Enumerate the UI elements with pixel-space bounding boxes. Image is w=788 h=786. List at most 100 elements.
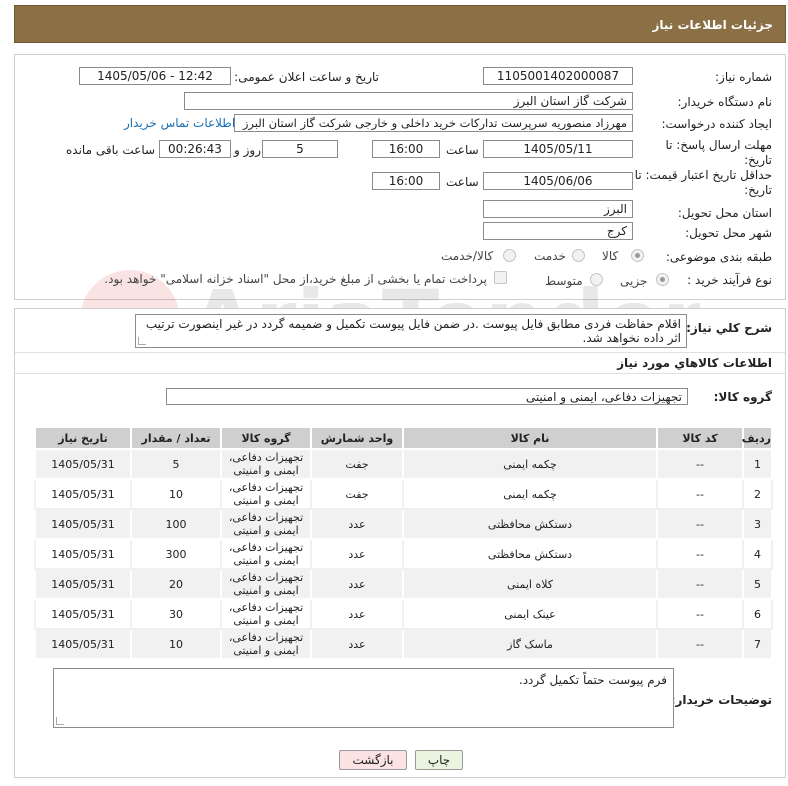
table-row: 3 -- دستکش محافظتی عدد تجهیزات دفاعی، ایمنی … (34, 508, 773, 540)
cell-unit: عدد (310, 628, 404, 660)
need-number-label: شماره نیاز: (715, 70, 772, 84)
need-number-field: 1105001402000087 (483, 67, 633, 85)
cell-row-number: 1 (742, 448, 773, 480)
divider (15, 352, 785, 353)
goods-group-field: تجهیزات دفاعی، ایمنی و امنیتی (166, 388, 688, 405)
category-both-radio[interactable] (503, 249, 516, 262)
cell-need-date: 1405/05/31 (34, 478, 132, 510)
cell-name: چکمه ایمنی (402, 448, 658, 480)
cell-row-number: 2 (742, 478, 773, 510)
cell-group: تجهیزات دفاعی، ایمنی و امنیتی (220, 628, 312, 660)
cell-need-date: 1405/05/31 (34, 598, 132, 630)
cell-need-date: 1405/05/31 (34, 568, 132, 600)
cell-row-number: 5 (742, 568, 773, 600)
cell-row-number: 6 (742, 598, 773, 630)
purchase-medium-radio[interactable] (590, 273, 603, 286)
cell-unit: جفت (310, 478, 404, 510)
back-button[interactable]: بازگشت (339, 750, 407, 770)
cell-group: تجهیزات دفاعی، ایمنی و امنیتی (220, 598, 312, 630)
cell-quantity: 30 (130, 598, 222, 630)
cell-quantity: 10 (130, 478, 222, 510)
province-label: استان محل تحویل: (677, 206, 772, 220)
remaining-label: ساعت باقی مانده (66, 143, 156, 157)
cell-code: -- (656, 628, 744, 660)
col-header-unit: واحد شمارش (310, 426, 404, 450)
treasury-payment-note: پرداخت تمام یا بخشی از مبلغ خرید،از محل … (104, 272, 487, 286)
buyer-notes-text: فرم پیوست حتماً تکمیل گردد. (518, 673, 667, 687)
cell-group: تجهیزات دفاعی، ایمنی و امنیتی (220, 508, 312, 540)
resize-handle-icon[interactable] (56, 717, 64, 725)
buyer-notes-label: توضیحات خریدار: (670, 693, 772, 707)
cell-unit: عدد (310, 508, 404, 540)
creator-label: ایجاد کننده درخواست: (661, 117, 772, 131)
col-header-code: کد کالا (656, 426, 744, 450)
cell-quantity: 20 (130, 568, 222, 600)
cell-name: دستکش محافظتی (402, 508, 658, 540)
description-text: اقلام حفاظت فردی مطابق فایل پیوست .در ضم… (145, 317, 681, 345)
cell-row-number: 7 (742, 628, 773, 660)
cell-code: -- (656, 508, 744, 540)
deadline-date-field: 1405/05/11 (483, 140, 633, 158)
cell-group: تجهیزات دفاعی، ایمنی و امنیتی (220, 478, 312, 510)
cell-need-date: 1405/05/31 (34, 508, 132, 540)
remaining-time-field: 00:26:43 (159, 140, 231, 158)
category-label: طبقه بندی موضوعی: (665, 250, 772, 264)
col-header-need-date: تاریخ نیاز (34, 426, 132, 450)
cell-code: -- (656, 568, 744, 600)
category-both-label: کالا/خدمت (441, 249, 494, 263)
days-label: روز و (234, 143, 261, 157)
goods-info-heading: اطلاعات کالاهاي مورد نياز (617, 356, 772, 370)
cell-name: چکمه ایمنی (402, 478, 658, 510)
cell-unit: عدد (310, 598, 404, 630)
col-header-quantity: تعداد / مقدار (130, 426, 222, 450)
validity-label: حداقل تاریخ اعتبار قیمت: تا تاریخ: (634, 168, 772, 197)
cell-need-date: 1405/05/31 (34, 448, 132, 480)
goods-group-label: گروه کالا: (713, 390, 772, 404)
divider (15, 373, 785, 374)
category-service-label: خدمت (534, 249, 566, 263)
cell-group: تجهیزات دفاعی، ایمنی و امنیتی (220, 568, 312, 600)
category-service-radio[interactable] (572, 249, 585, 262)
cell-row-number: 4 (742, 538, 773, 570)
col-header-row-number: رديف (742, 426, 773, 450)
cell-quantity: 5 (130, 448, 222, 480)
cell-unit: جفت (310, 448, 404, 480)
buyer-contact-link[interactable]: اطلاعات تماس خریدار (124, 116, 235, 130)
cell-code: -- (656, 538, 744, 570)
cell-need-date: 1405/05/31 (34, 538, 132, 570)
table-row: 4 -- دستکش محافظتی عدد تجهیزات دفاعی، ایمنی … (34, 538, 773, 570)
page-header: جزئیات اطلاعات نیاز (14, 5, 786, 43)
cell-code: -- (656, 448, 744, 480)
col-header-group: گروه کالا (220, 426, 312, 450)
province-field: البرز (483, 200, 633, 218)
city-field: کرج (483, 222, 633, 240)
print-button[interactable]: چاپ (415, 750, 463, 770)
announce-label: تاریخ و ساعت اعلان عمومی: (234, 70, 379, 84)
category-goods-radio[interactable] (631, 249, 644, 262)
validity-time-label: ساعت (446, 175, 479, 189)
resize-handle-icon[interactable] (138, 337, 146, 345)
cell-name: عینک ایمنی (402, 598, 658, 630)
purchase-medium-label: متوسط (545, 274, 583, 288)
purchase-type-label: نوع فرآیند خرید : (687, 273, 772, 287)
table-row: 2 -- چکمه ایمنی جفت تجهیزات دفاعی، ایمنی و ا… (34, 478, 773, 510)
table-row: 6 -- عینک ایمنی عدد تجهیزات دفاعی، ایمنی و ا… (34, 598, 773, 630)
cell-quantity: 300 (130, 538, 222, 570)
purchase-minor-radio[interactable] (656, 273, 669, 286)
deadline-label: مهلت ارسال پاسخ: تا تاریخ: (665, 138, 772, 167)
buyer-notes-textarea: فرم پیوست حتماً تکمیل گردد. (53, 668, 674, 728)
buyer-org-label: نام دستگاه خریدار: (677, 95, 773, 109)
days-remaining-field: 5 (262, 140, 338, 158)
cell-name: دستکش محافظتی (402, 538, 658, 570)
col-header-name: نام کالا (402, 426, 658, 450)
cell-unit: عدد (310, 538, 404, 570)
creator-field: مهرزاد منصوریه سرپرست تدارکات خرید داخلی… (234, 114, 633, 132)
announce-datetime-field: 1405/05/06 - 12:42 (79, 67, 231, 85)
treasury-payment-checkbox[interactable] (494, 271, 507, 284)
cell-quantity: 10 (130, 628, 222, 660)
cell-row-number: 3 (742, 508, 773, 540)
cell-group: تجهیزات دفاعی، ایمنی و امنیتی (220, 538, 312, 570)
deadline-time-label: ساعت (446, 143, 479, 157)
validity-date-field: 1405/06/06 (483, 172, 633, 190)
cell-group: تجهیزات دفاعی، ایمنی و امنیتی (220, 448, 312, 480)
